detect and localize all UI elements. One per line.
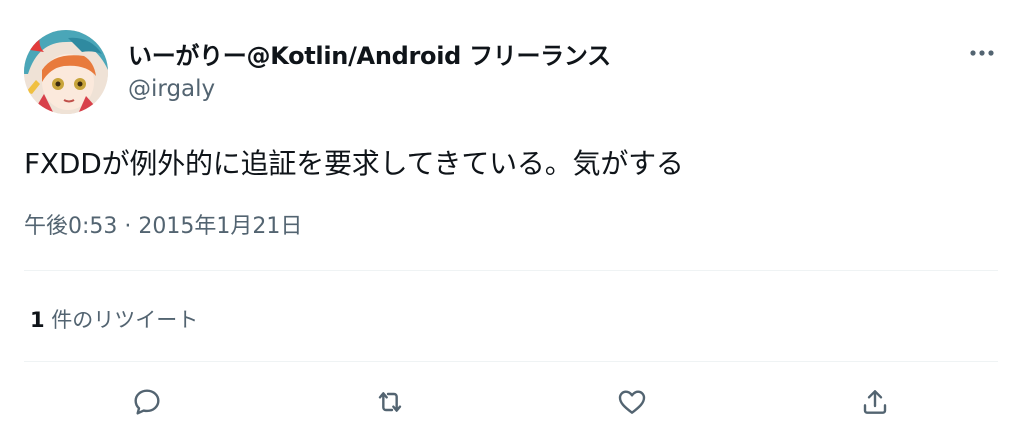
display-name[interactable]: いーがりー@Kotlin/Android フリーランス bbox=[128, 36, 611, 71]
more-horizontal-icon bbox=[970, 50, 994, 56]
avatar-illustration bbox=[24, 30, 108, 114]
share-button[interactable] bbox=[855, 382, 895, 422]
more-options-button[interactable] bbox=[966, 40, 998, 66]
retweet-icon bbox=[378, 392, 402, 412]
tweet-text: FXDDが例外的に追証を要求してきている。気がする bbox=[24, 147, 684, 180]
divider bbox=[24, 270, 998, 271]
user-handle[interactable]: @irgaly bbox=[128, 76, 215, 102]
heart-icon bbox=[618, 390, 646, 414]
tweet-timestamp[interactable]: 午後0:53 · 2015年1月21日 bbox=[24, 208, 302, 240]
avatar[interactable] bbox=[24, 30, 108, 114]
reply-icon bbox=[134, 389, 160, 415]
retweet-button[interactable] bbox=[370, 382, 410, 422]
reply-button[interactable] bbox=[127, 382, 167, 422]
share-icon bbox=[863, 390, 887, 414]
retweet-count-label: 件のリツイート bbox=[44, 308, 199, 332]
divider bbox=[24, 361, 998, 362]
retweet-count-link[interactable]: 1 件のリツイート bbox=[30, 304, 198, 334]
retweet-count: 1 bbox=[30, 308, 45, 332]
like-button[interactable] bbox=[612, 382, 652, 422]
